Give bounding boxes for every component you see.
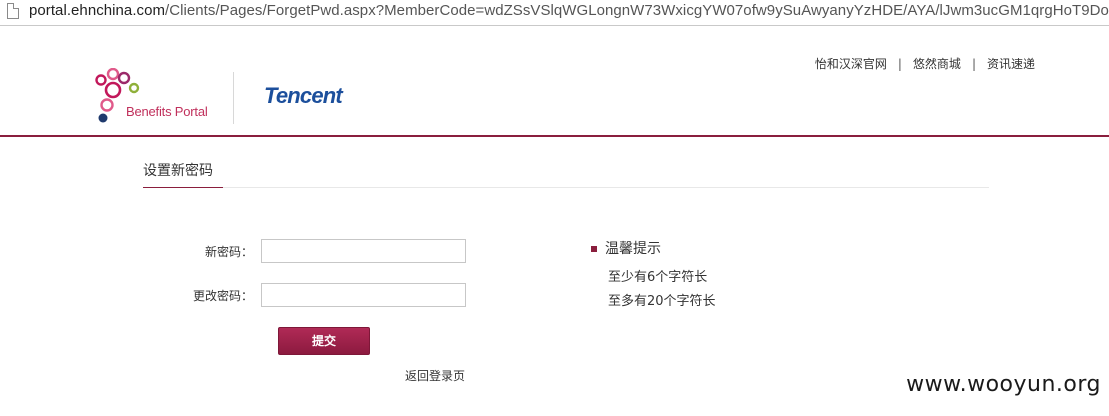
url-host: portal.ehnchina.com (29, 2, 166, 19)
nav-separator: | (971, 57, 976, 71)
benefits-portal-logo[interactable]: Benefits Portal (93, 67, 213, 126)
title-rule (143, 187, 989, 188)
tencent-logo: Tencent (264, 83, 343, 108)
tips-title: 温馨提示 (605, 241, 661, 257)
nav-link-news[interactable]: 资讯速递 (987, 55, 1035, 72)
new-password-label: 新密码： (204, 245, 253, 259)
confirm-password-input[interactable] (261, 283, 466, 307)
new-password-input[interactable] (261, 239, 466, 263)
tip-line: 至多有20个字符长 (608, 294, 716, 309)
title-rule-accent (143, 187, 223, 188)
nav-link-mall[interactable]: 悠然商城 (913, 55, 961, 72)
page-title: 设置新密码 (143, 163, 213, 179)
submit-button[interactable]: 提交 (278, 327, 370, 355)
back-to-login-link[interactable]: 返回登录页 (405, 367, 465, 384)
nav-separator: | (897, 57, 902, 71)
square-bullet-icon (591, 246, 597, 252)
top-nav: 怡和汉深官网 | 悠然商城 | 资讯速递 (815, 55, 1035, 72)
watermark: www.wooyun.org (906, 372, 1101, 397)
page-icon (7, 3, 19, 19)
logo-divider (233, 72, 234, 124)
nav-link-official-site[interactable]: 怡和汉深官网 (815, 55, 887, 72)
logo-text: Benefits Portal (126, 104, 208, 119)
tip-line: 至少有6个字符长 (608, 270, 708, 285)
url-text[interactable]: portal.ehnchina.com/Clients/Pages/Forget… (29, 2, 1109, 20)
confirm-password-label: 更改密码： (192, 289, 253, 303)
url-path: /Clients/Pages/ForgetPwd.aspx?MemberCode… (165, 2, 1109, 19)
header-divider (0, 135, 1109, 137)
address-bar[interactable]: portal.ehnchina.com/Clients/Pages/Forget… (0, 0, 1109, 26)
